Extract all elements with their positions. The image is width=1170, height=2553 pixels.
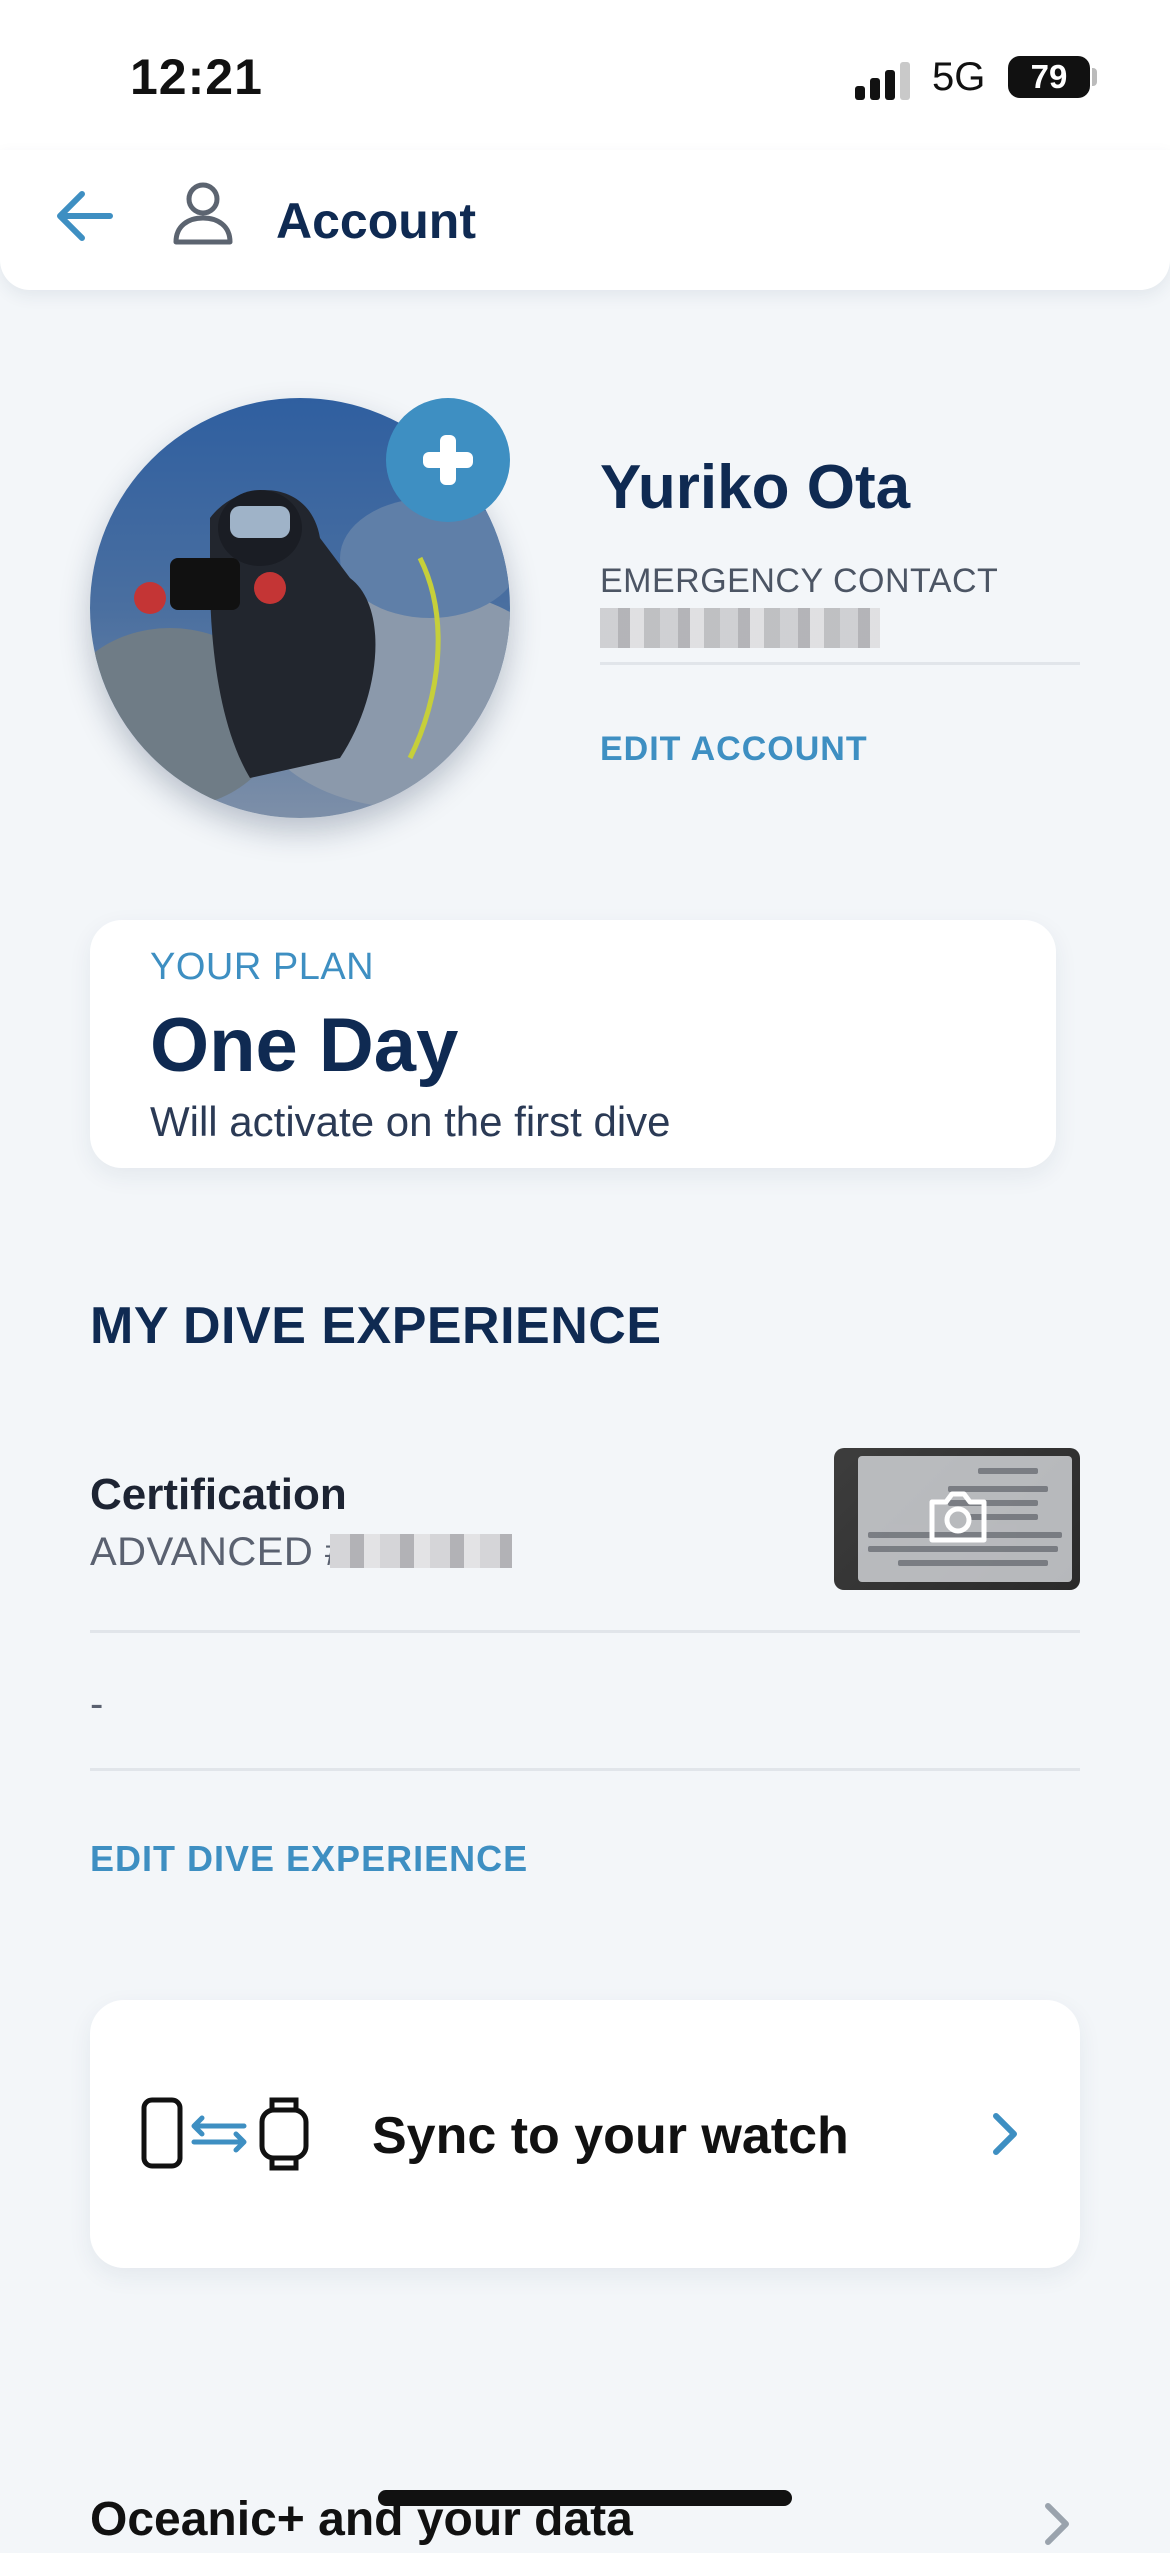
back-arrow-icon[interactable] bbox=[52, 184, 116, 248]
home-indicator[interactable] bbox=[378, 2490, 792, 2506]
divider bbox=[600, 662, 1080, 665]
battery-icon: 79 bbox=[1008, 56, 1090, 98]
divider bbox=[90, 1768, 1080, 1771]
plan-card: YOUR PLAN One Day Will activate on the f… bbox=[90, 920, 1056, 1168]
sync-to-watch-button[interactable]: Sync to your watch bbox=[90, 2000, 1080, 2268]
certification-value: ADVANCED # bbox=[90, 1530, 348, 1574]
phone-watch-sync-icon bbox=[140, 2096, 316, 2172]
chevron-right-icon bbox=[988, 2110, 1022, 2158]
add-photo-button[interactable] bbox=[386, 398, 510, 522]
dive-experience-heading: MY DIVE EXPERIENCE bbox=[90, 1297, 662, 1355]
page-title: Account bbox=[276, 193, 476, 249]
user-name: Yuriko Ota bbox=[600, 453, 911, 522]
plan-label: YOUR PLAN bbox=[150, 946, 375, 988]
person-icon bbox=[172, 180, 234, 246]
network-type: 5G bbox=[932, 55, 986, 99]
signal-icon bbox=[855, 60, 915, 100]
certification-number-redacted bbox=[330, 1534, 512, 1568]
certification-card-photo[interactable] bbox=[834, 1448, 1080, 1590]
emergency-contact-label: EMERGENCY CONTACT bbox=[600, 562, 999, 600]
certification-label: Certification bbox=[90, 1470, 347, 1519]
edit-account-link[interactable]: EDIT ACCOUNT bbox=[600, 730, 868, 769]
emergency-contact-value-redacted bbox=[600, 608, 880, 648]
plan-description: Will activate on the first dive bbox=[150, 1098, 671, 1145]
sync-label: Sync to your watch bbox=[372, 2107, 849, 2165]
plan-name: One Day bbox=[150, 1003, 459, 1088]
camera-icon bbox=[928, 1488, 988, 1544]
edit-dive-experience-link[interactable]: EDIT DIVE EXPERIENCE bbox=[90, 1838, 528, 1880]
status-bar: 12:21 5G 79 bbox=[0, 0, 1170, 150]
battery-tip bbox=[1092, 68, 1097, 86]
divider bbox=[90, 1630, 1080, 1633]
status-time: 12:21 bbox=[130, 49, 263, 105]
dive-experience-secondary-value: - bbox=[90, 1682, 104, 1726]
app-header: Account bbox=[0, 150, 1170, 290]
chevron-right-icon bbox=[1040, 2500, 1074, 2548]
